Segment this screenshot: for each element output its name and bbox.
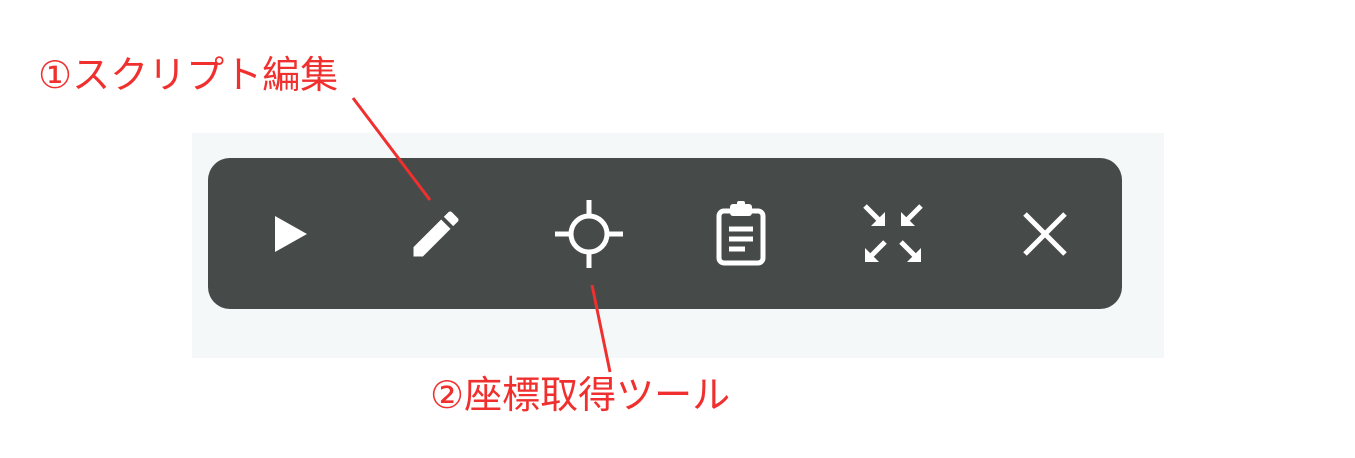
play-button[interactable] bbox=[229, 158, 349, 309]
coordinate-tool-button[interactable] bbox=[529, 158, 649, 309]
edit-script-button[interactable] bbox=[376, 158, 496, 309]
annotation-script-edit: ①スクリプト編集 bbox=[38, 53, 339, 97]
close-button[interactable] bbox=[985, 158, 1105, 309]
floating-toolbar bbox=[208, 158, 1122, 309]
close-icon bbox=[1023, 211, 1067, 256]
clipboard-icon bbox=[716, 200, 766, 265]
crosshair-icon bbox=[555, 199, 623, 268]
screenshot-stage: ①スクリプト編集 ②座標取得ツール bbox=[0, 0, 1355, 458]
pencil-icon bbox=[413, 210, 459, 256]
minimize-button[interactable] bbox=[833, 158, 953, 309]
play-icon bbox=[275, 215, 307, 252]
clipboard-button[interactable] bbox=[681, 158, 801, 309]
collapse-arrows-icon bbox=[863, 203, 923, 262]
annotation-coordinate-tool: ②座標取得ツール bbox=[430, 373, 731, 417]
